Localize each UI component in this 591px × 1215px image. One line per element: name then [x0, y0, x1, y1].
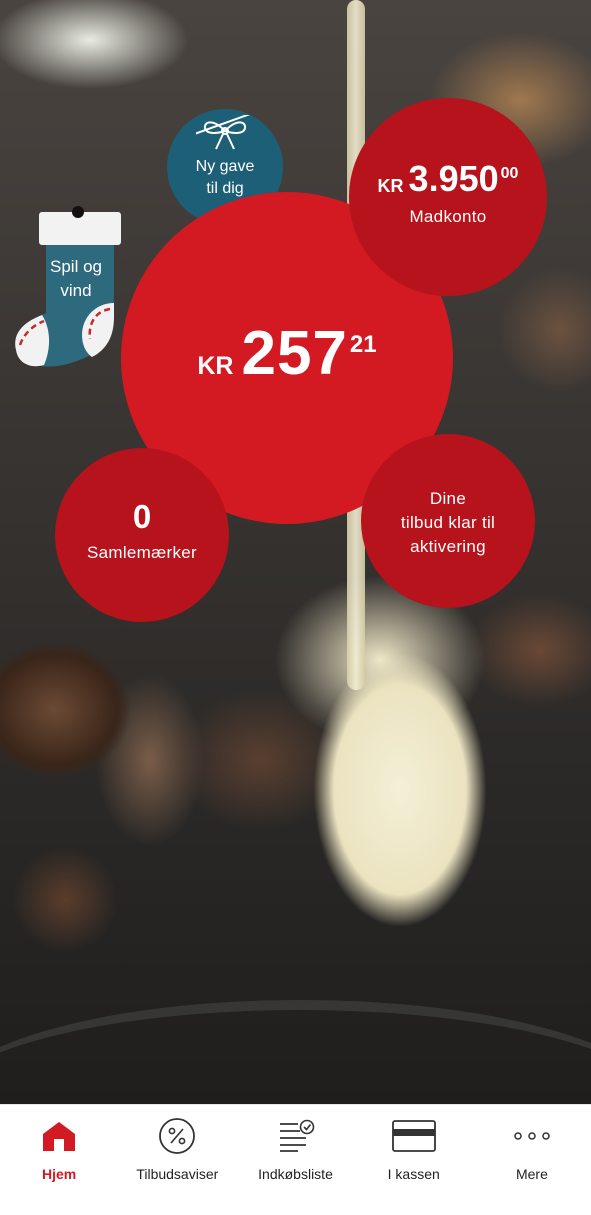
tab-home[interactable]: Hjem	[0, 1105, 118, 1215]
tab-label: Hjem	[41, 1166, 77, 1182]
madkonto-integer: 3.950	[408, 158, 499, 199]
game-label: Spil og vind	[50, 257, 102, 300]
madkonto-amount: KR 3.950 00	[378, 161, 519, 197]
tab-indkobsliste[interactable]: Indkøbsliste	[236, 1105, 354, 1215]
gift-bow-icon	[196, 115, 251, 150]
tab-label: Mere	[515, 1166, 548, 1182]
checklist-icon	[276, 1118, 316, 1154]
balance-integer: 257	[241, 319, 348, 388]
stamps-label: Samlemærker	[86, 542, 198, 562]
tab-i-kassen[interactable]: I kassen	[355, 1105, 473, 1215]
stamps-count: 0	[132, 497, 152, 535]
home-icon	[41, 1118, 77, 1154]
pan-rim	[0, 1000, 591, 1104]
tab-label: I kassen	[387, 1166, 440, 1182]
balance-decimals: 21	[349, 331, 377, 358]
balance-amount: KR 257 21	[197, 323, 376, 385]
offers-circle[interactable]: Dine tilbud klar til aktivering	[361, 434, 535, 608]
tab-mere[interactable]: Mere	[473, 1105, 591, 1215]
gift-label: Ny gave til dig	[195, 158, 255, 197]
bottom-tab-bar: Hjem Tilbudsaviser Indkøbsliste I kassen…	[0, 1104, 591, 1215]
balance-currency: KR	[197, 352, 234, 380]
more-icon	[513, 1118, 551, 1154]
madkonto-currency: KR	[377, 176, 404, 196]
tab-label: Indkøbsliste	[258, 1166, 333, 1182]
card-icon	[391, 1118, 436, 1154]
tab-tilbudsaviser[interactable]: Tilbudsaviser	[118, 1105, 236, 1215]
percent-icon	[158, 1118, 196, 1154]
offers-label: Dine tilbud klar til aktivering	[400, 489, 496, 556]
stamps-circle[interactable]: 0 Samlemærker	[55, 448, 229, 622]
madkonto-label: Madkonto	[409, 207, 487, 226]
madkonto-circle[interactable]: KR 3.950 00 Madkonto	[349, 98, 547, 296]
madkonto-decimals: 00	[500, 165, 519, 182]
tab-label: Tilbudsaviser	[136, 1166, 219, 1182]
